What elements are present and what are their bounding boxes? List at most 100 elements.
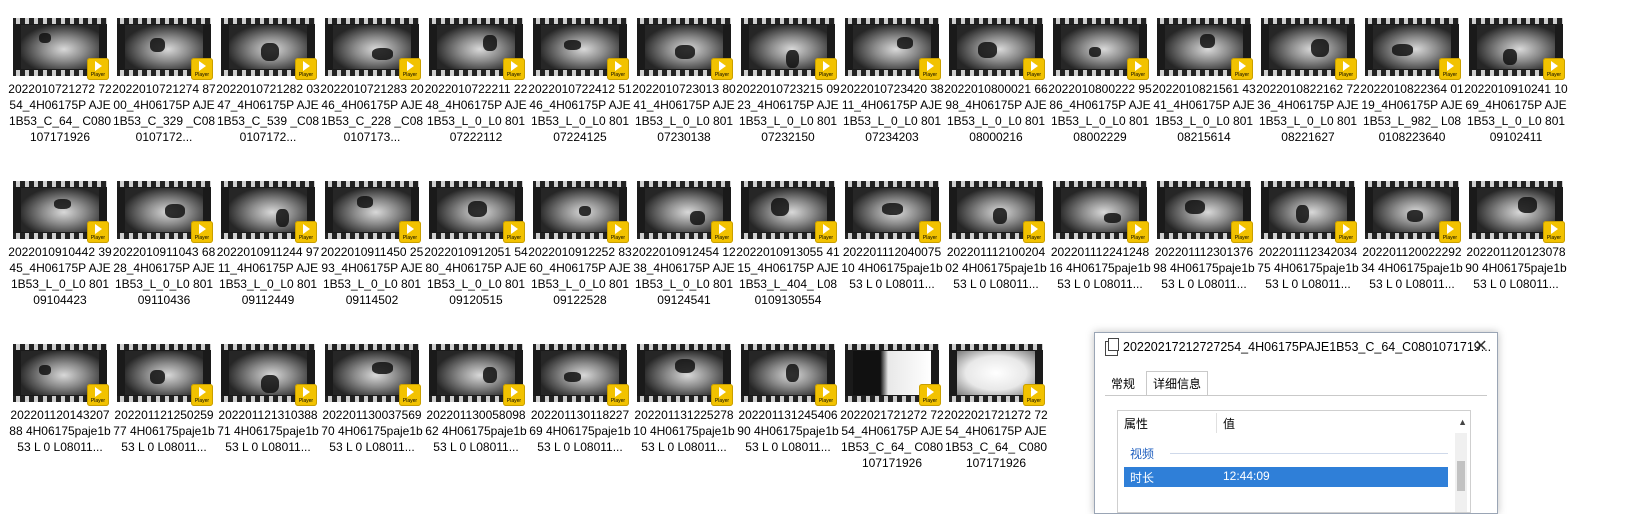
scroll-up-arrow-icon[interactable]: ▲ xyxy=(1458,417,1467,427)
close-button[interactable]: ✕ xyxy=(1471,337,1491,357)
player-badge-icon: Player xyxy=(1335,58,1357,80)
thumbnail-content xyxy=(150,38,165,52)
player-badge-icon: Player xyxy=(1023,58,1045,80)
player-badge-icon: Player xyxy=(399,221,421,243)
video-file-item[interactable]: Player 2022010723215 0923_4H06175P AJE1B5… xyxy=(736,18,840,145)
film-strip-perforation xyxy=(1365,18,1459,24)
file-name: 2022010822162 7236_4H06175P AJE1B53_L_0_… xyxy=(1256,82,1360,144)
video-file-item[interactable]: Player 20220113011822769 4H06175paje1b 53… xyxy=(528,344,632,455)
video-thumbnail: Player xyxy=(1157,181,1253,243)
player-badge-icon: Player xyxy=(503,221,525,243)
video-file-item[interactable]: Player 20220112002229234 4H06175paje1b 53… xyxy=(1360,181,1464,292)
file-properties-icon xyxy=(1105,338,1119,356)
column-header-value[interactable]: 值 xyxy=(1223,415,1235,432)
video-file-item[interactable]: Player 2022010800021 6698_4H06175P AJE1B5… xyxy=(944,18,1048,145)
player-badge-icon: Player xyxy=(919,221,941,243)
video-file-item[interactable]: Player 2022010821561 4341_4H06175P AJE1B5… xyxy=(1152,18,1256,145)
selected-property-row[interactable]: 时长 12:44:09 xyxy=(1124,467,1448,487)
video-thumbnail: Player xyxy=(221,181,317,243)
tab-details[interactable]: 详细信息 xyxy=(1146,371,1209,396)
film-strip-perforation xyxy=(741,18,835,24)
video-file-item[interactable]: Player 20220112131038871 4H06175paje1b 53… xyxy=(216,344,320,455)
video-file-item[interactable]: Player 2022010910442 3945_4H06175P AJE1B5… xyxy=(8,181,112,308)
film-strip-perforation xyxy=(117,181,211,187)
video-thumbnail: Player xyxy=(949,181,1045,243)
video-file-item[interactable]: Player 20220111224124816 4H06175paje1b 53… xyxy=(1048,181,1152,292)
film-strip-perforation xyxy=(325,18,419,24)
column-header-property[interactable]: 属性 xyxy=(1124,415,1148,432)
thumbnail-content xyxy=(1185,200,1205,214)
player-badge-icon: Player xyxy=(607,221,629,243)
video-file-item[interactable]: Player 2022010912252 8360_4H06175P AJE1B5… xyxy=(528,181,632,308)
thumbnail-content xyxy=(1503,49,1517,65)
scrollbar-thumb[interactable] xyxy=(1457,461,1465,491)
thumbnail-content xyxy=(1518,197,1537,213)
video-file-item[interactable]: Player 2022010822162 7236_4H06175P AJE1B5… xyxy=(1256,18,1360,145)
thumbnail-content xyxy=(1200,34,1215,48)
video-file-item[interactable]: Player 2022010913055 4115_4H06175P AJE1B5… xyxy=(736,181,840,308)
video-file-item[interactable]: Player 20220112012307890 4H06175paje1b 53… xyxy=(1464,181,1568,292)
video-thumbnail: Player xyxy=(637,344,733,406)
video-file-item[interactable]: Player 20220112014320788 4H06175paje1b 53… xyxy=(8,344,112,455)
video-file-item[interactable]: Player 2022010721274 8700_4H06175P AJE1B5… xyxy=(112,18,216,145)
thumbnail-content xyxy=(897,37,913,49)
column-divider[interactable] xyxy=(1216,413,1217,433)
video-file-item[interactable]: Player 2022021721272 7254_4H06175P AJE1B5… xyxy=(840,344,944,471)
video-file-item[interactable]: Player 20220113122527810 4H06175paje1b 53… xyxy=(632,344,736,455)
thumbnail-content xyxy=(483,367,497,383)
video-file-item[interactable]: Player 20220111210020402 4H06175paje1b 53… xyxy=(944,181,1048,292)
video-file-item[interactable]: Player 2022021721272 7254_4H06175P AJE1B5… xyxy=(944,344,1048,471)
video-file-item[interactable]: Player 2022010911450 2593_4H06175P AJE1B5… xyxy=(320,181,424,308)
player-badge-icon: Player xyxy=(87,221,109,243)
film-strip-perforation xyxy=(845,181,939,187)
tab-general[interactable]: 常规 xyxy=(1105,373,1141,395)
thumbnail-content xyxy=(1311,39,1329,57)
player-badge-icon: Player xyxy=(1543,221,1565,243)
thumbnail-content xyxy=(786,364,799,382)
video-thumbnail: Player xyxy=(741,18,837,80)
video-file-item[interactable]: Player 20220112125025977 4H06175paje1b 53… xyxy=(112,344,216,455)
group-divider xyxy=(1170,453,1448,454)
file-name: 2022010911244 9711_4H06175P AJE1B53_L_0_… xyxy=(216,245,320,307)
video-file-item[interactable]: Player 2022010911043 6828_4H06175P AJE1B5… xyxy=(112,181,216,308)
video-file-item[interactable]: Player 20220111234203475 4H06175paje1b 53… xyxy=(1256,181,1360,292)
film-strip-perforation xyxy=(1157,18,1251,24)
video-file-item[interactable]: Player 2022010822364 0119_4H06175P AJE1B5… xyxy=(1360,18,1464,145)
video-file-item[interactable]: Player 2022010800222 9586_4H06175P AJE1B5… xyxy=(1048,18,1152,145)
video-file-item[interactable]: Player 2022010912454 1238_4H06175P AJE1B5… xyxy=(632,181,736,308)
player-badge-icon: Player xyxy=(1439,221,1461,243)
video-thumbnail: Player xyxy=(325,18,421,80)
video-thumbnail: Player xyxy=(325,181,421,243)
file-name: 2022010800021 6698_4H06175P AJE1B53_L_0_… xyxy=(944,82,1048,144)
video-file-item[interactable]: Player 20220111230137698 4H06175paje1b 53… xyxy=(1152,181,1256,292)
video-file-item[interactable]: Player 20220113003756970 4H06175paje1b 53… xyxy=(320,344,424,455)
video-thumbnail: Player xyxy=(533,344,629,406)
thumbnail-content xyxy=(1407,210,1423,222)
video-file-item[interactable]: Player 2022010721283 2046_4H06175P AJE1B5… xyxy=(320,18,424,145)
video-file-item[interactable]: Player 2022010912051 5480_4H06175P AJE1B5… xyxy=(424,181,528,308)
video-file-item[interactable]: Player 2022010721272 7254_4H06175P AJE1B5… xyxy=(8,18,112,145)
thumbnail-content xyxy=(54,199,71,209)
video-file-item[interactable]: Player 2022010722211 2248_4H06175P AJE1B5… xyxy=(424,18,528,145)
video-file-item[interactable]: Player 2022010723420 3811_4H06175P AJE1B5… xyxy=(840,18,944,145)
film-strip-perforation xyxy=(741,344,835,350)
video-thumbnail: Player xyxy=(1261,181,1357,243)
vertical-scrollbar[interactable] xyxy=(1455,433,1467,512)
film-strip-perforation xyxy=(533,18,627,24)
video-file-item[interactable]: Player 20220111204007510 4H06175paje1b 53… xyxy=(840,181,944,292)
video-file-item[interactable]: Player 2022010722412 5146_4H06175P AJE1B5… xyxy=(528,18,632,145)
video-thumbnail: Player xyxy=(845,181,941,243)
film-strip-perforation xyxy=(221,344,315,350)
video-file-item[interactable]: Player 2022010910241 1069_4H06175P AJE1B5… xyxy=(1464,18,1568,145)
film-strip-perforation xyxy=(117,18,211,24)
file-name: 20220112002229234 4H06175paje1b 53 L 0 L… xyxy=(1361,245,1463,291)
video-file-item[interactable]: Player 2022010723013 8041_4H06175P AJE1B5… xyxy=(632,18,736,145)
player-badge-icon: Player xyxy=(191,384,213,406)
video-file-item[interactable]: Player 2022010721282 0347_4H06175P AJE1B5… xyxy=(216,18,320,145)
file-name: 2022021721272 7254_4H06175P AJE1B53_C_64… xyxy=(944,408,1048,470)
video-file-item[interactable]: Player 20220113005809862 4H06175paje1b 53… xyxy=(424,344,528,455)
video-file-item[interactable]: Player 2022010911244 9711_4H06175P AJE1B5… xyxy=(216,181,320,308)
file-name: 20220112131038871 4H06175paje1b 53 L 0 L… xyxy=(217,408,319,454)
file-name: 2022021721272 7254_4H06175P AJE1B53_C_64… xyxy=(840,408,944,470)
video-file-item[interactable]: Player 20220113124540690 4H06175paje1b 53… xyxy=(736,344,840,455)
